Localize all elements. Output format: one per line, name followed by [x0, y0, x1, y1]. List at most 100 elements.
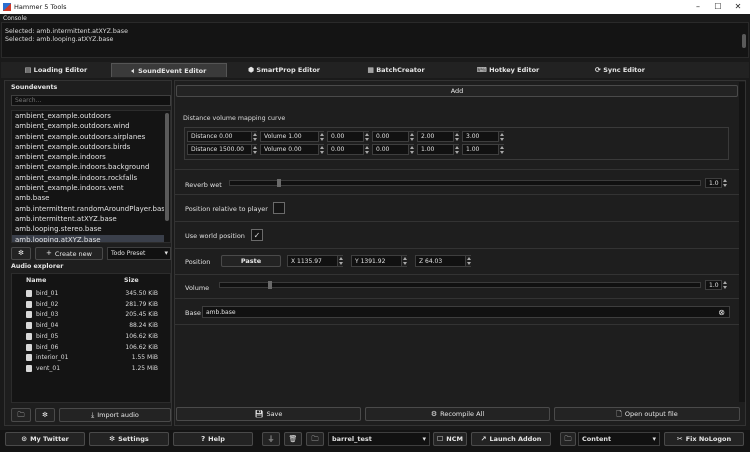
content-select[interactable]: Content ▾ — [578, 432, 660, 446]
import-audio-button[interactable]: ⤓ Import audio — [59, 408, 171, 422]
addon-select[interactable]: barrel_test ▾ — [328, 432, 430, 446]
curve-field-stepper[interactable] — [363, 131, 369, 142]
curve-field-stepper[interactable] — [498, 144, 504, 155]
settings-button[interactable]: ✼ Settings — [89, 432, 169, 446]
reverb-slider[interactable] — [229, 179, 701, 187]
help-button[interactable]: ? Help — [173, 432, 253, 446]
world-position-checkbox[interactable]: ✓ — [251, 229, 263, 241]
tab-hotkey-editor[interactable]: ⌨ Hotkey Editor — [453, 63, 563, 77]
open-output-button[interactable]: 🗋 Open output file — [554, 407, 740, 421]
delete-button[interactable]: 🗑︎ — [284, 432, 302, 446]
import-icon: ⤓ — [91, 410, 95, 419]
launch-addon-button[interactable]: ↗ Launch Addon — [471, 432, 551, 446]
position-y-stepper[interactable] — [401, 256, 407, 266]
soundevent-list-item[interactable]: ambient_example.outdoors — [12, 111, 170, 121]
audio-file-icon — [26, 354, 32, 362]
console-label: Console — [3, 15, 27, 22]
soundevent-list-item[interactable]: ambient_example.indoors.background — [12, 162, 170, 172]
curve-field-stepper[interactable] — [251, 144, 257, 155]
fix-nologon-button[interactable]: ✂ Fix NoLogon — [664, 432, 744, 446]
soundevent-list-item[interactable]: amb.intermittent.randomAroundPlayer.base — [12, 204, 170, 214]
tab-smartprop-editor[interactable]: ⬢ SmartProp Editor — [229, 63, 339, 77]
curve-field-stepper[interactable] — [363, 144, 369, 155]
trash-icon: 🗑︎ — [288, 434, 298, 443]
list-icon: ▤ — [24, 66, 32, 74]
tab-batchcreator[interactable]: ▦ BatchCreator — [341, 63, 451, 77]
audio-file-row[interactable]: bird_01 345.50 KiB — [12, 288, 158, 299]
audio-file-row[interactable]: bird_06 106.62 KiB — [12, 342, 158, 353]
tab-sync-editor[interactable]: ⟳ Sync Editor — [565, 63, 675, 77]
base-field[interactable]: amb.base ⊗ — [202, 306, 730, 318]
curve-field-stepper[interactable] — [408, 131, 414, 142]
ncm-toggle[interactable]: ☐ NCM — [433, 432, 467, 446]
audio-file-row[interactable]: bird_05 106.62 KiB — [12, 331, 158, 342]
position-relative-checkbox[interactable] — [273, 202, 285, 214]
audio-file-row[interactable]: vent_01 1.25 MiB — [12, 363, 158, 374]
create-new-button[interactable]: + Create new — [35, 247, 103, 260]
volume-slider[interactable] — [219, 281, 701, 289]
soundevent-list-item[interactable]: ambient_example.indoors.vent — [12, 183, 170, 193]
tab-loading-editor[interactable]: ▤ Loading Editor — [5, 63, 107, 77]
curve-field-stepper[interactable] — [251, 131, 257, 142]
curve-field[interactable]: Volume 1.00 — [260, 131, 324, 142]
curve-field[interactable]: Distance 1500.00 — [187, 144, 257, 155]
curve-field[interactable]: Volume 0.00 — [260, 144, 324, 155]
audio-file-row[interactable]: bird_04 88.24 KiB — [12, 320, 158, 331]
position-z-stepper[interactable] — [465, 256, 471, 266]
open-folder-button[interactable]: 🗀 — [11, 408, 31, 422]
close-button[interactable]: ✕ — [728, 1, 748, 13]
console-scrollbar[interactable] — [741, 24, 747, 56]
audio-settings-button[interactable]: ✼ — [35, 408, 55, 422]
speaker-icon: 🔈︎ — [131, 67, 136, 75]
gear-button[interactable]: ✼ — [11, 247, 31, 260]
soundevent-list-item[interactable]: ambient_example.indoors.rockfalls — [12, 173, 170, 183]
soundevents-scrollbar[interactable] — [164, 111, 170, 242]
soundevent-list-item[interactable]: amb.intermittent.atXYZ.base — [12, 214, 170, 224]
console-scroll-thumb[interactable] — [742, 34, 746, 48]
audio-file-row[interactable]: bird_02 281.79 KiB — [12, 299, 158, 310]
save-button[interactable]: 💾︎ Save — [176, 407, 361, 421]
soundevent-list-item[interactable]: amb.looping.stereo.base — [12, 224, 170, 234]
curve-field-stepper[interactable] — [453, 144, 459, 155]
position-y-field[interactable]: Y 1391.92 — [351, 255, 407, 267]
soundevent-list-item[interactable]: amb.looping.atXYZ.base — [12, 234, 170, 242]
reverb-stepper[interactable] — [721, 178, 727, 188]
audio-file-row[interactable]: interior_01 1.55 MiB — [12, 352, 158, 363]
curve-field-stepper[interactable] — [318, 131, 324, 142]
soundevents-search-input[interactable] — [11, 95, 171, 106]
soundevent-list-item[interactable]: amb.base — [12, 193, 170, 203]
curve-field-stepper[interactable] — [453, 131, 459, 142]
folder-icon: 🗀 — [311, 434, 319, 443]
recompile-all-button[interactable]: ⚙ Recompile All — [365, 407, 550, 421]
soundevent-list-item[interactable]: ambient_example.outdoors.birds — [12, 142, 170, 152]
curve-field-stepper[interactable] — [498, 131, 504, 142]
curve-field-stepper[interactable] — [408, 144, 414, 155]
my-twitter-button[interactable]: ⊙ My Twitter — [5, 432, 85, 446]
editor-scrollbar[interactable] — [739, 82, 745, 402]
audio-file-row[interactable]: bird_03 205.45 KiB — [12, 309, 158, 320]
volume-slider-thumb[interactable] — [268, 281, 272, 289]
compile-icon: ⚙ — [430, 409, 438, 418]
soundevents-scroll-thumb[interactable] — [165, 113, 169, 221]
audio-file-icon — [26, 343, 32, 351]
minimize-button[interactable]: – — [688, 1, 708, 13]
addon-folder-button[interactable]: 🗀 — [306, 432, 324, 446]
curve-field-stepper[interactable] — [318, 144, 324, 155]
content-folder-button[interactable]: 🗀 — [560, 432, 576, 446]
volume-stepper[interactable] — [721, 280, 727, 290]
position-z-field[interactable]: Z 64.03 — [415, 255, 471, 267]
add-button[interactable]: Add — [176, 85, 738, 97]
filter-button[interactable]: ⏚ — [262, 432, 280, 446]
preset-select[interactable]: Todo Preset ▾ — [107, 247, 171, 260]
soundevent-list-item[interactable]: ambient_example.outdoors.airplanes — [12, 132, 170, 142]
tab-soundevent-editor[interactable]: 🔈︎ SoundEvent Editor — [111, 63, 227, 77]
soundevent-list-item[interactable]: ambient_example.indoors — [12, 152, 170, 162]
paste-button[interactable]: Paste — [221, 255, 281, 267]
curve-field[interactable]: Distance 0.00 — [187, 131, 257, 142]
clear-icon[interactable]: ⊗ — [718, 308, 725, 317]
position-x-stepper[interactable] — [337, 256, 343, 266]
reverb-slider-thumb[interactable] — [277, 179, 281, 187]
maximize-button[interactable]: ☐ — [708, 1, 728, 13]
soundevent-list-item[interactable]: ambient_example.outdoors.wind — [12, 121, 170, 131]
position-x-field[interactable]: X 1135.97 — [287, 255, 343, 267]
